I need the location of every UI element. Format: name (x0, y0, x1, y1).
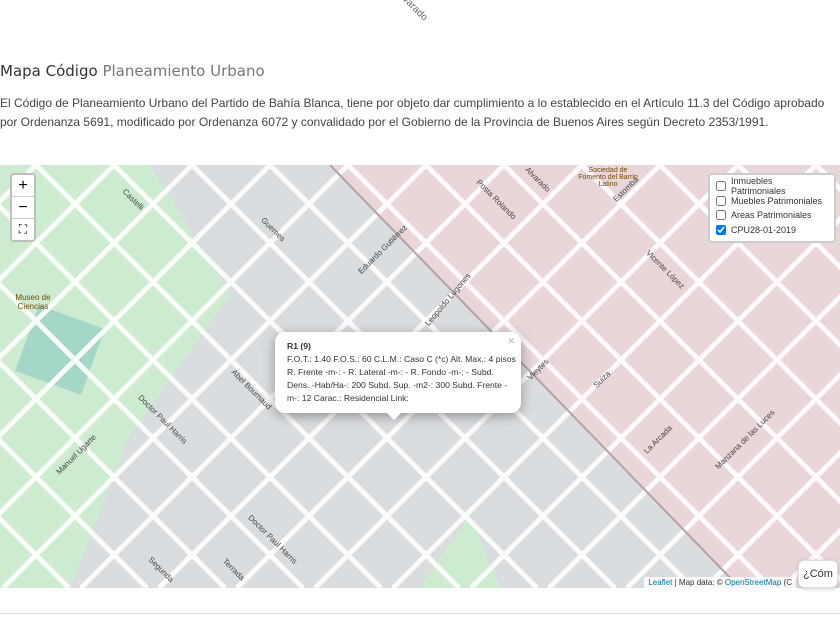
zoom-out-button[interactable]: − (12, 197, 34, 219)
leaflet-link[interactable]: Leaflet (648, 578, 672, 587)
zone-popup: × R1 (9) F.O.T.: 1.40 F.O.S.: 60 C.L.M.:… (275, 332, 521, 413)
page-title: Mapa Código Planeamiento Urbano (0, 62, 265, 80)
zoom-in-button[interactable]: + (12, 175, 34, 197)
museum-label: Museo de Ciencias (15, 293, 51, 311)
checkbox[interactable] (716, 210, 726, 221)
zoom-control: + − ⛶ (10, 173, 36, 242)
layer-areas[interactable]: Areas Patrimoniales (716, 208, 828, 223)
checkbox[interactable] (716, 224, 726, 235)
layer-control: Inmuebles Patrimoniales Muebles Patrimon… (708, 173, 836, 243)
intro-line-2: 5691, modificado por Ordenanza 6072 y co… (83, 115, 769, 129)
checkbox[interactable] (716, 195, 726, 206)
close-icon[interactable]: × (507, 334, 515, 347)
popup-title: R1 (9) (287, 341, 311, 351)
layer-muebles[interactable]: Muebles Patrimoniales (716, 194, 828, 209)
divider (0, 613, 840, 614)
poi-label: Sociedad de Fomento del Barrio Latino (578, 167, 638, 188)
intro-text: El Código de Planeamiento Urbano del Par… (0, 94, 836, 132)
attribution: Leaflet | Map data: © OpenStreetMap (C (644, 577, 796, 588)
layer-cpu[interactable]: CPU28-01-2019 (716, 223, 828, 238)
street-label: Alvarado (393, 0, 430, 24)
map[interactable]: Castelli Guemes Eduardo Gutiérrez Posta … (0, 165, 840, 588)
osm-link[interactable]: OpenStreetMap (725, 578, 781, 587)
fullscreen-button[interactable]: ⛶ (12, 219, 34, 240)
title-main: Mapa Código (0, 62, 98, 80)
popup-tip (385, 411, 403, 420)
title-sub: Planeamiento Urbano (102, 62, 265, 80)
checkbox[interactable] (716, 181, 726, 192)
layer-inmuebles[interactable]: Inmuebles Patrimoniales (716, 176, 828, 196)
popup-body: F.O.T.: 1.40 F.O.S.: 60 C.L.M.: Caso C (… (287, 354, 516, 403)
help-button[interactable]: ¿Cóm (798, 560, 838, 588)
